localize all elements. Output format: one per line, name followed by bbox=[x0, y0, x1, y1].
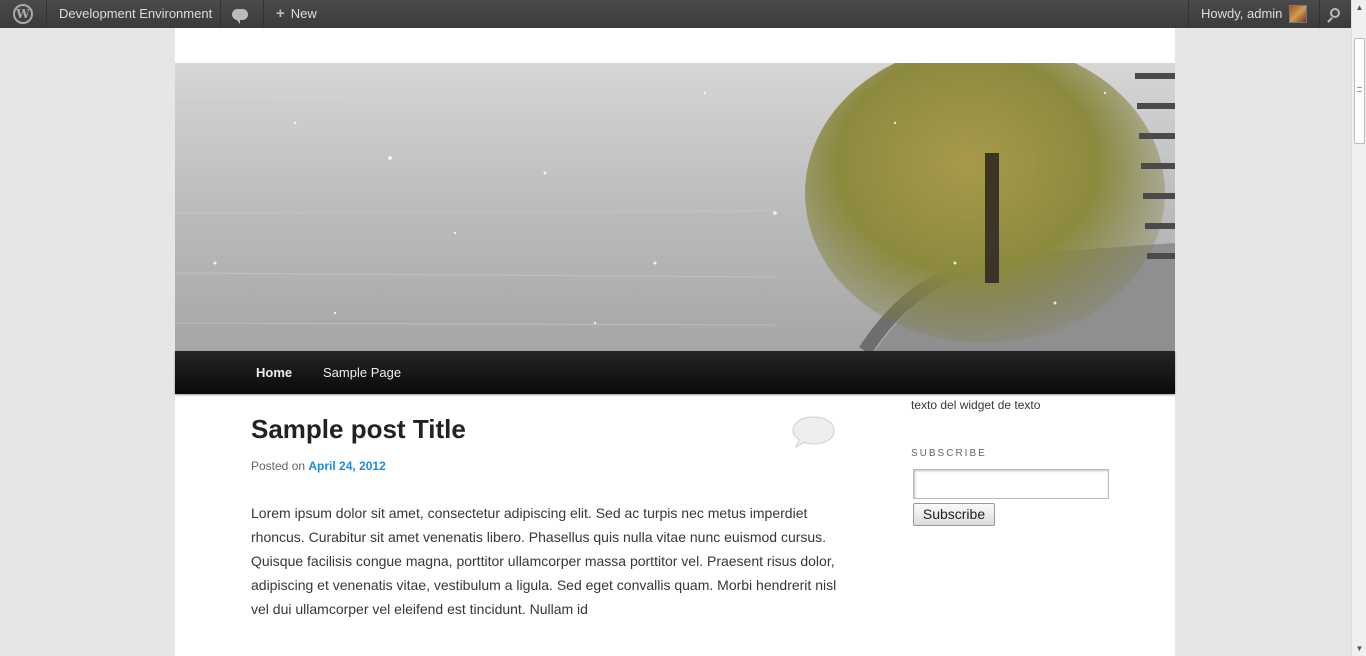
subscribe-button[interactable]: Subscribe bbox=[913, 503, 995, 526]
vertical-scrollbar[interactable]: ▲ ▼ bbox=[1351, 0, 1366, 656]
subscribe-email-input[interactable] bbox=[913, 469, 1109, 499]
scrollbar-thumb[interactable] bbox=[1354, 38, 1365, 144]
post-meta: Posted on April 24, 2012 bbox=[251, 459, 386, 473]
comment-bubble-icon[interactable] bbox=[792, 416, 835, 448]
posted-on-label: Posted on bbox=[251, 459, 306, 473]
avatar[interactable] bbox=[1289, 5, 1307, 23]
search-icon[interactable] bbox=[1320, 0, 1350, 28]
post-content: Lorem ipsum dolor sit amet, consectetur … bbox=[251, 505, 837, 617]
grip-icon bbox=[1357, 87, 1362, 92]
admin-bar-divider bbox=[46, 0, 47, 28]
text-widget: texto del widget de texto bbox=[911, 398, 1041, 412]
post-title[interactable]: Sample post Title bbox=[251, 414, 466, 445]
my-account-link[interactable]: Howdy, admin bbox=[1201, 0, 1282, 28]
scroll-down-icon[interactable]: ▼ bbox=[1352, 641, 1366, 656]
post-date-link[interactable]: April 24, 2012 bbox=[308, 459, 385, 473]
wordpress-logo-icon[interactable]: W bbox=[0, 0, 46, 28]
admin-bar-divider bbox=[1188, 0, 1189, 28]
scroll-up-icon[interactable]: ▲ bbox=[1352, 0, 1366, 15]
subscribe-widget-title: Subscribe bbox=[911, 448, 987, 459]
content-area: Sample post Title Posted on April 24, 20… bbox=[175, 0, 1175, 656]
